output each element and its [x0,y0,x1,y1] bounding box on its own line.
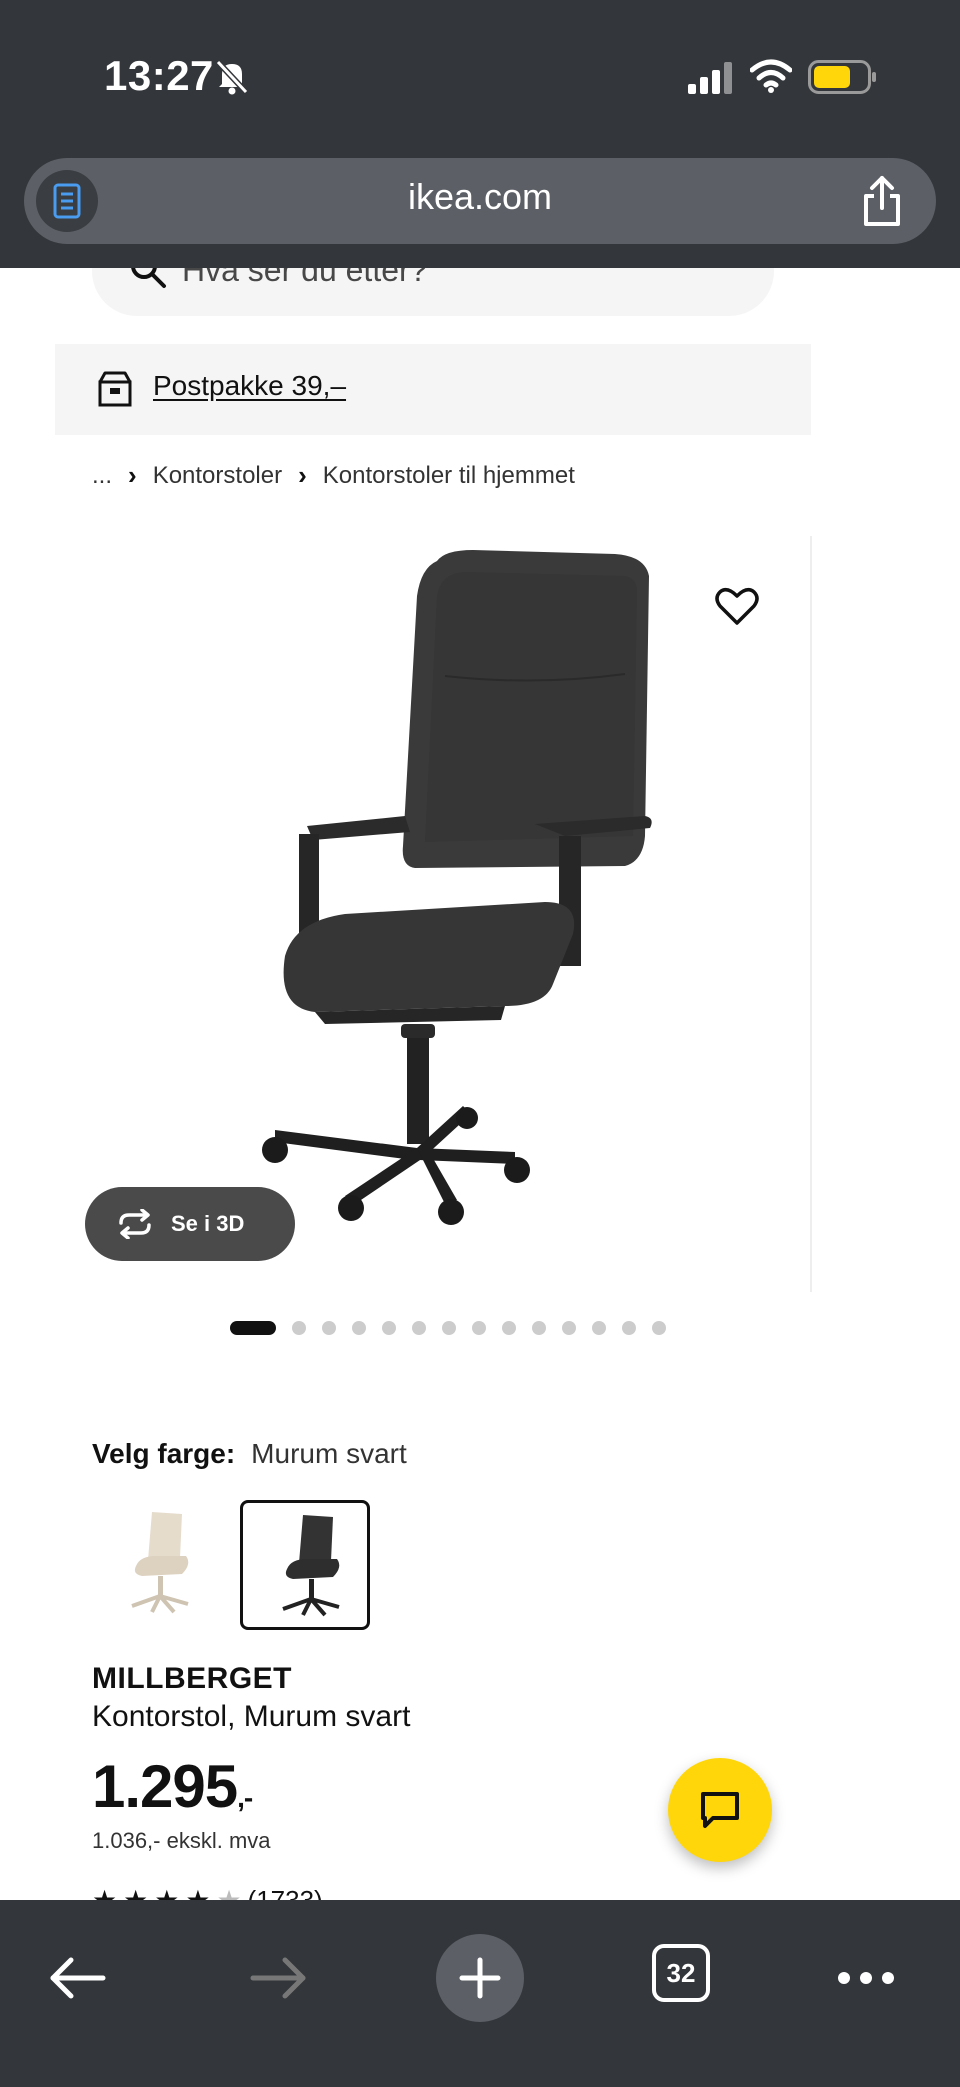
carousel-dot[interactable] [502,1321,516,1335]
product-image[interactable] [205,536,725,1292]
arrow-left-icon [50,1957,106,1999]
forward-button[interactable] [246,1950,312,2006]
color-selector-heading: Velg farge: Murum svart [92,1438,407,1470]
chat-button[interactable] [668,1758,772,1862]
browser-top-chrome: 13:27 ikea.com [0,0,960,268]
price-value: 1.295 [92,1753,238,1820]
parcel-icon [98,371,132,407]
carousel-dots[interactable] [230,1321,666,1335]
breadcrumb: ... › Kontorstoler › Kontorstoler til hj… [92,460,575,491]
carousel-dot[interactable] [230,1321,276,1335]
back-button[interactable] [44,1950,110,2006]
share-icon[interactable] [858,174,906,228]
tab-count-button[interactable]: 32 [652,1944,710,2002]
price-suffix: ,- [237,1782,253,1813]
chevron-right-icon: › [128,460,137,490]
promo-link[interactable]: Postpakke 39,– [153,370,346,402]
dot-icon [882,1972,894,1984]
chevron-right-icon: › [298,460,307,490]
carousel-dot[interactable] [532,1321,546,1335]
carousel-dot[interactable] [292,1321,306,1335]
promo-bar[interactable]: Postpakke 39,– [55,344,811,435]
carousel-dot[interactable] [412,1321,426,1335]
product-gallery[interactable]: Se i 3D [55,536,811,1292]
product-price: 1.295,- [92,1752,253,1821]
color-value: Murum svart [251,1438,407,1469]
color-swatch-black[interactable] [240,1500,370,1630]
view-3d-label: Se i 3D [171,1211,245,1236]
carousel-dot[interactable] [382,1321,396,1335]
breadcrumb-item-office-chairs[interactable]: Kontorstoler [153,462,282,490]
carousel-dot[interactable] [622,1321,636,1335]
product-description: Kontorstol, Murum svart [92,1700,411,1733]
url-text[interactable]: ikea.com [24,176,936,218]
view-3d-button[interactable]: Se i 3D [85,1187,295,1261]
arrow-right-icon [250,1957,306,1999]
gallery-divider [810,536,812,1292]
chair-thumbnail-beige [131,1512,189,1614]
wifi-icon [750,59,792,93]
product-name: MILLBERGET [92,1662,292,1695]
color-swatch-beige[interactable] [92,1500,222,1630]
color-label: Velg farge: [92,1438,236,1469]
breadcrumb-item-home-office-chairs[interactable]: Kontorstoler til hjemmet [323,462,575,490]
carousel-dot[interactable] [442,1321,456,1335]
battery-icon [808,60,876,94]
rotate-3d-icon [119,1209,151,1239]
chair-thumbnail-black [282,1515,340,1617]
carousel-dot[interactable] [562,1321,576,1335]
carousel-dot[interactable] [652,1321,666,1335]
carousel-dot[interactable] [322,1321,336,1335]
bell-off-icon [215,59,249,95]
chat-bubble-icon [701,1792,739,1828]
dot-icon [860,1972,872,1984]
carousel-dot[interactable] [592,1321,606,1335]
url-bar[interactable]: ikea.com [24,158,936,244]
carousel-dot[interactable] [472,1321,486,1335]
browser-bottom-toolbar: 32 [0,1900,960,2087]
breadcrumb-ellipsis[interactable]: ... [92,462,112,490]
more-menu-button[interactable] [836,1950,896,2006]
price-ex-vat: 1.036,- ekskl. mva [92,1828,271,1853]
dot-icon [838,1972,850,1984]
new-tab-button[interactable] [436,1934,524,2022]
signal-icon [688,62,732,94]
plus-icon [459,1957,501,1999]
status-time: 13:27 [104,52,214,99]
favorite-heart-icon[interactable] [715,586,759,626]
carousel-dot[interactable] [352,1321,366,1335]
